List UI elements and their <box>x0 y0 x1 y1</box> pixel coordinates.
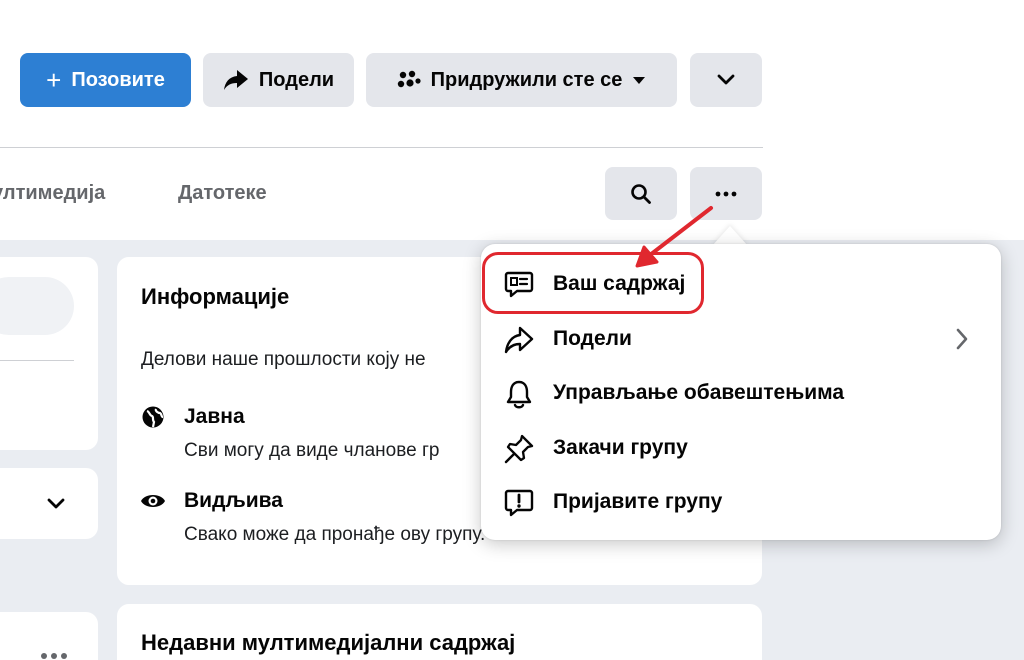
menu-item-share[interactable]: Подели <box>481 312 1001 366</box>
left-card-collapsible[interactable] <box>0 468 98 539</box>
caret-down-icon <box>633 77 646 84</box>
menu-caret <box>712 226 748 246</box>
joined-label: Придружили сте се <box>430 68 623 91</box>
left-card-bottom <box>0 612 98 660</box>
menu-item-label: Пријавите групу <box>553 490 723 513</box>
menu-item-label: Подели <box>553 327 632 350</box>
more-options-button[interactable] <box>690 167 762 220</box>
tab-multimedia[interactable]: ултимедија <box>0 182 105 205</box>
invite-button[interactable]: + Позовите <box>20 53 191 107</box>
highlight-box <box>482 252 704 314</box>
visibility-title: Видљива <box>184 489 283 512</box>
joined-button[interactable]: Придружили сте се <box>366 53 677 107</box>
privacy-text: Сви могу да виде чланове гр <box>184 440 440 461</box>
chevron-right-icon <box>956 328 968 350</box>
menu-item-label: Управљање обавештењима <box>553 381 845 404</box>
chevron-down-icon <box>717 74 735 85</box>
privacy-title: Јавна <box>184 405 245 428</box>
eye-icon <box>141 495 165 507</box>
share-arrow-icon <box>223 70 248 90</box>
search-button[interactable] <box>605 167 677 220</box>
about-title: Информације <box>141 284 290 309</box>
invite-label: Позовите <box>71 68 165 91</box>
header-divider <box>0 147 763 148</box>
left-search-field[interactable] <box>0 277 74 335</box>
menu-item-notifications[interactable]: Управљање обавештењима <box>481 366 1001 420</box>
visibility-text: Свако може да пронађе ову групу. <box>184 524 486 545</box>
search-icon <box>631 183 651 204</box>
recent-media-title: Недавни мултимедијални садржај <box>141 630 516 655</box>
chevron-down-icon <box>47 498 65 509</box>
pin-icon <box>504 434 534 464</box>
tab-files[interactable]: Датотеке <box>178 182 267 205</box>
share-icon <box>504 326 534 354</box>
plus-icon: + <box>46 65 62 95</box>
members-icon <box>397 70 421 88</box>
left-card-top <box>0 257 98 450</box>
menu-item-label: Закачи групу <box>553 436 688 459</box>
menu-item-pin-group[interactable]: Закачи групу <box>481 421 1001 475</box>
left-card-divider <box>0 360 74 361</box>
about-description: Делови наше прошлости коју не <box>141 349 426 370</box>
ellipsis-icon <box>715 191 737 196</box>
ellipsis-icon[interactable] <box>40 652 68 660</box>
share-label: Подели <box>258 68 335 91</box>
bell-icon <box>506 380 532 409</box>
menu-item-report-group[interactable]: Пријавите групу <box>481 475 1001 529</box>
globe-icon <box>142 406 164 428</box>
header-background <box>763 0 1024 240</box>
share-button[interactable]: Подели <box>203 53 354 107</box>
report-icon <box>504 489 534 517</box>
more-actions-button[interactable] <box>690 53 762 107</box>
